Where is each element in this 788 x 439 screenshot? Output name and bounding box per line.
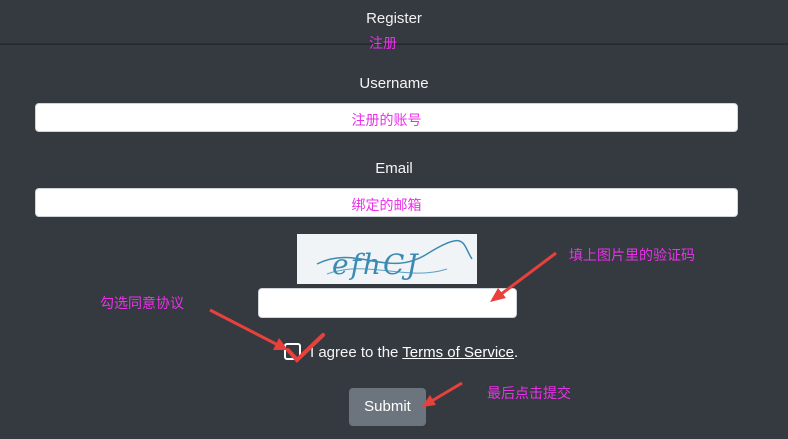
username-input[interactable]: 注册的账号	[35, 103, 738, 132]
username-annotation: 注册的账号	[351, 113, 422, 129]
agree-text: I agree to the Terms of Service.	[310, 344, 518, 361]
email-label: Email	[375, 160, 413, 177]
submit-arrow	[429, 381, 463, 404]
submit-button[interactable]: Submit	[349, 388, 426, 426]
email-input[interactable]: 绑定的邮箱	[35, 188, 738, 217]
terms-of-service-link[interactable]: Terms of Service	[402, 344, 514, 361]
captcha-annotation: 填上图片里的验证码	[569, 248, 695, 264]
agree-checkbox[interactable]	[284, 343, 301, 360]
captcha-input[interactable]	[258, 288, 517, 318]
username-label: Username	[359, 75, 429, 92]
email-annotation: 绑定的邮箱	[351, 198, 422, 214]
page-title: Register	[366, 10, 422, 27]
agree-suffix: .	[514, 344, 519, 361]
captcha-image: efhCJ	[297, 234, 477, 284]
register-annotation: 注册	[369, 36, 397, 52]
submit-annotation: 最后点击提交	[487, 386, 571, 402]
captcha-text: efhCJ	[332, 248, 420, 281]
agree-annotation: 勾选同意协议	[100, 296, 184, 312]
annotation-arrows	[209, 251, 557, 407]
agree-prefix: I agree to the	[310, 344, 403, 361]
